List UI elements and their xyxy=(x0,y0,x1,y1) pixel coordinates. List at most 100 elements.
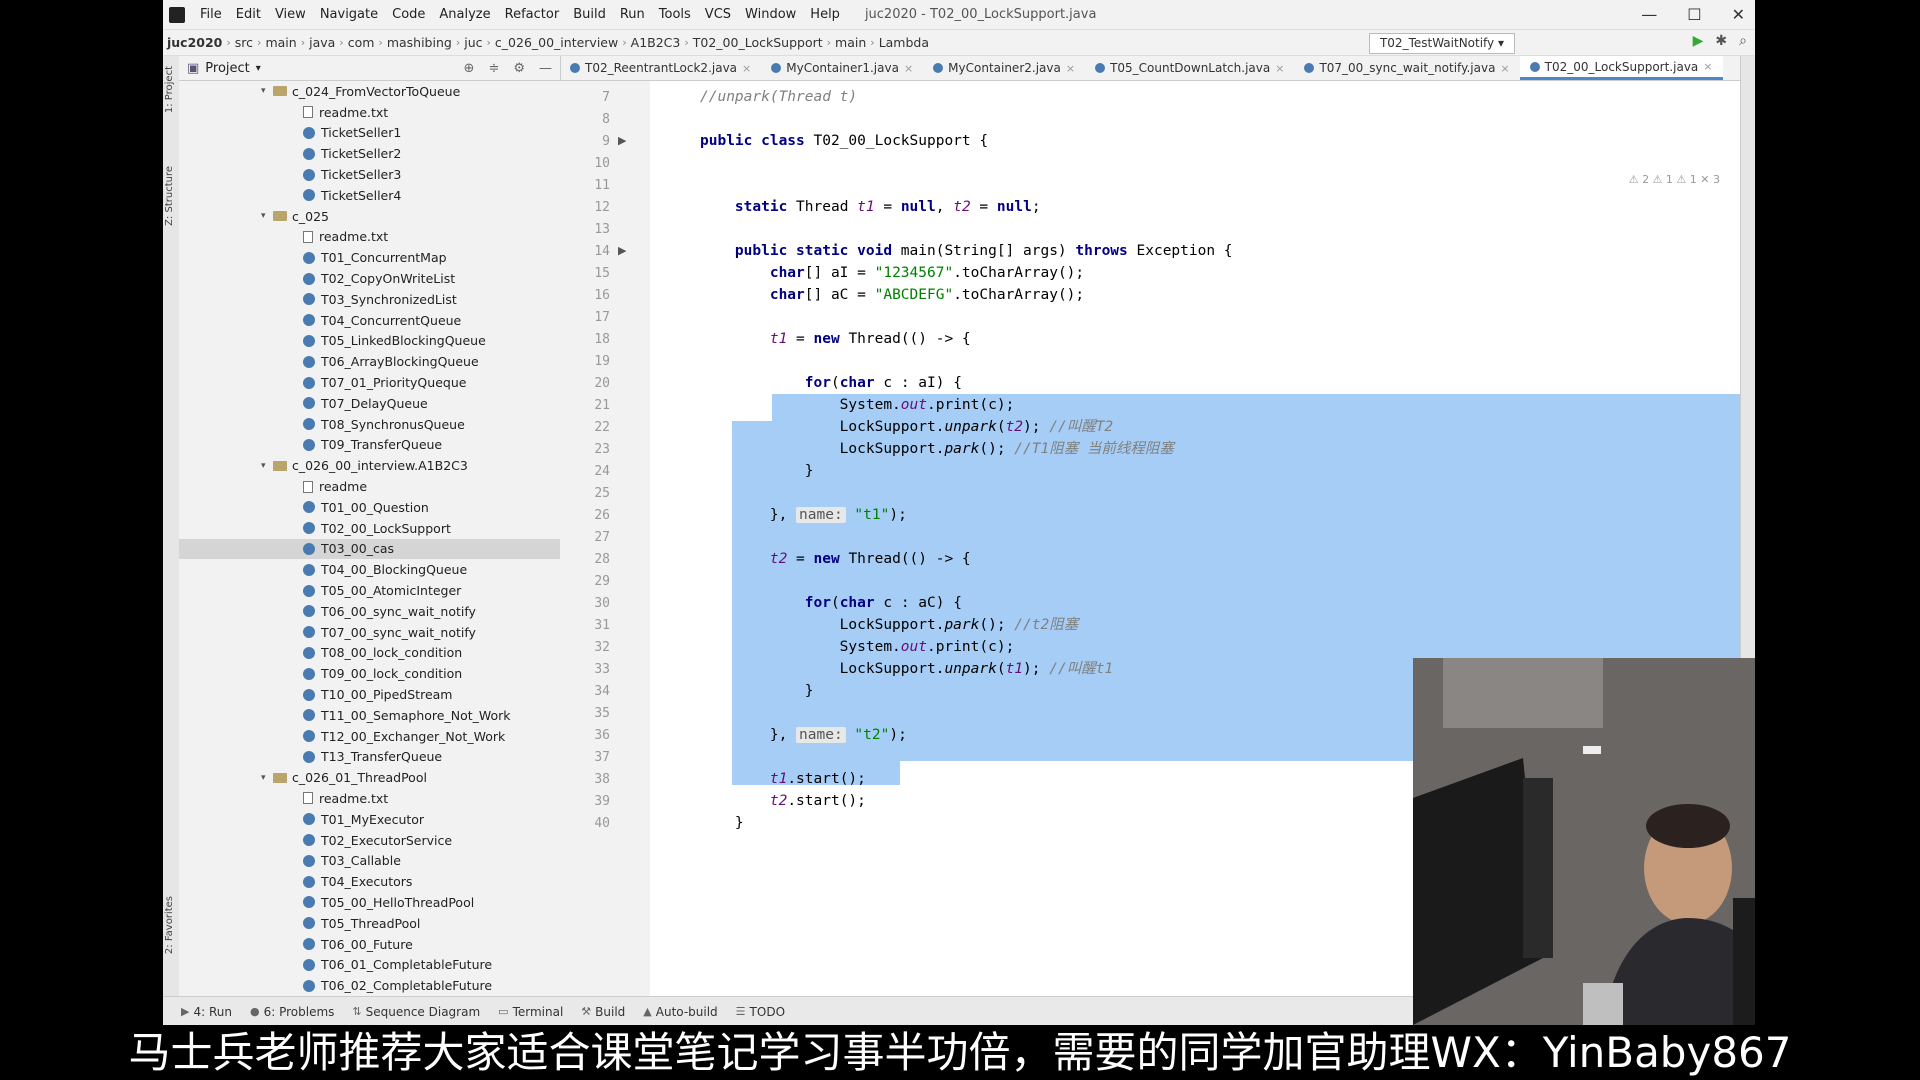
bottom-tool-button[interactable]: ☰ TODO xyxy=(736,1005,785,1019)
menu-window[interactable]: Window xyxy=(738,7,803,22)
gear-icon[interactable]: ⚙ xyxy=(513,61,525,76)
crumb-com[interactable]: com xyxy=(344,35,379,50)
crumb-mashibing[interactable]: mashibing xyxy=(383,35,456,50)
close-icon[interactable]: × xyxy=(742,62,751,75)
tree-folder[interactable]: ▾ c_026_00_interview.A1B2C3 xyxy=(179,455,560,476)
crumb-subpackage[interactable]: A1B2C3 xyxy=(627,35,685,50)
minimize-button[interactable]: — xyxy=(1641,5,1657,24)
tree-file[interactable]: T04_Executors xyxy=(179,871,560,892)
tree-file[interactable]: T02_ExecutorService xyxy=(179,830,560,851)
tree-folder[interactable]: ▾ c_024_FromVectorToQueue xyxy=(179,81,560,102)
run-config-dropdown[interactable]: T02_TestWaitNotify ▾ xyxy=(1368,33,1515,54)
tree-file[interactable]: T05_00_AtomicInteger xyxy=(179,580,560,601)
menu-tools[interactable]: Tools xyxy=(652,7,698,22)
menu-help[interactable]: Help xyxy=(803,7,847,22)
menu-refactor[interactable]: Refactor xyxy=(498,7,567,22)
tree-file[interactable]: T05_LinkedBlockingQueue xyxy=(179,331,560,352)
menu-code[interactable]: Code xyxy=(385,7,432,22)
menu-vcs[interactable]: VCS xyxy=(698,7,738,22)
run-gutter-icon[interactable]: ▶ xyxy=(618,244,626,257)
crumb-juc[interactable]: juc xyxy=(460,35,486,50)
menu-run[interactable]: Run xyxy=(613,7,652,22)
close-icon[interactable]: × xyxy=(904,62,913,75)
tree-folder[interactable]: ▾ c_026_01_ThreadPool xyxy=(179,767,560,788)
tree-file[interactable]: T08_SynchronusQueue xyxy=(179,414,560,435)
tree-file[interactable]: T06_00_Future xyxy=(179,934,560,955)
chevron-down-icon[interactable]: ▾ xyxy=(261,773,273,783)
tree-file[interactable]: T05_ThreadPool xyxy=(179,913,560,934)
tree-file[interactable]: readme.txt xyxy=(179,227,560,248)
tree-file[interactable]: TicketSeller2 xyxy=(179,143,560,164)
crumb-lambda[interactable]: Lambda xyxy=(875,35,933,50)
bottom-tool-button[interactable]: ▲ Auto-build xyxy=(643,1005,717,1019)
editor-tab[interactable]: MyContainer1.java × xyxy=(761,56,923,80)
crumb-method[interactable]: main xyxy=(831,35,870,50)
close-icon[interactable]: × xyxy=(1500,62,1509,75)
tree-file[interactable]: T13_TransferQueue xyxy=(179,747,560,768)
tree-file[interactable]: readme xyxy=(179,476,560,497)
editor-tab[interactable]: T05_CountDownLatch.java × xyxy=(1085,56,1294,80)
tree-file[interactable]: T02_00_LockSupport xyxy=(179,518,560,539)
close-icon[interactable]: × xyxy=(1275,62,1284,75)
bottom-tool-button[interactable]: ● 6: Problems xyxy=(250,1005,334,1019)
tree-file[interactable]: T02_CopyOnWriteList xyxy=(179,268,560,289)
chevron-down-icon[interactable]: ▾ xyxy=(261,86,273,96)
tree-file[interactable]: readme.txt xyxy=(179,102,560,123)
crumb-java[interactable]: java xyxy=(305,35,339,50)
bottom-tool-button[interactable]: ⚒ Build xyxy=(581,1005,625,1019)
locate-icon[interactable]: ⊕ xyxy=(464,61,475,76)
tree-file[interactable]: T12_00_Exchanger_Not_Work xyxy=(179,726,560,747)
editor-tab[interactable]: T02_ReentrantLock2.java × xyxy=(560,56,761,80)
tree-file[interactable]: T03_00_cas xyxy=(179,538,560,560)
crumb-src[interactable]: src xyxy=(231,35,257,50)
menu-navigate[interactable]: Navigate xyxy=(313,7,385,22)
tree-file[interactable]: T06_02_CompletableFuture xyxy=(179,975,560,994)
structure-tool-tab[interactable]: Z: Structure xyxy=(164,166,175,226)
menu-view[interactable]: View xyxy=(268,7,313,22)
maximize-button[interactable]: ☐ xyxy=(1687,5,1701,24)
favorites-tool-tab[interactable]: 2: Favorites xyxy=(164,896,175,954)
tree-file[interactable]: T06_00_sync_wait_notify xyxy=(179,601,560,622)
menu-analyze[interactable]: Analyze xyxy=(432,7,497,22)
menu-build[interactable]: Build xyxy=(566,7,613,22)
tree-file[interactable]: T06_01_CompletableFuture xyxy=(179,954,560,975)
project-tool-tab[interactable]: 1: Project xyxy=(164,66,175,113)
crumb-main[interactable]: main xyxy=(261,35,300,50)
tree-file[interactable]: TicketSeller1 xyxy=(179,123,560,144)
crumb-class[interactable]: T02_00_LockSupport xyxy=(689,35,827,50)
chevron-down-icon[interactable]: ▾ xyxy=(261,211,273,221)
collapse-all-icon[interactable]: ≑ xyxy=(488,61,499,76)
bottom-tool-button[interactable]: ▭ Terminal xyxy=(498,1005,563,1019)
tree-file[interactable]: T06_ArrayBlockingQueue xyxy=(179,351,560,372)
editor-tab[interactable]: T07_00_sync_wait_notify.java × xyxy=(1294,56,1519,80)
menu-file[interactable]: File xyxy=(193,7,229,22)
editor-tab[interactable]: T02_00_LockSupport.java × xyxy=(1519,56,1723,80)
hide-icon[interactable]: — xyxy=(539,61,552,76)
tree-file[interactable]: T04_00_BlockingQueue xyxy=(179,559,560,580)
tree-file[interactable]: TicketSeller4 xyxy=(179,185,560,206)
tree-file[interactable]: T09_00_lock_condition xyxy=(179,663,560,684)
tree-file[interactable]: T10_00_PipedStream xyxy=(179,684,560,705)
tree-file[interactable]: T01_MyExecutor xyxy=(179,809,560,830)
debug-icon[interactable]: ✱ xyxy=(1715,33,1727,49)
tree-folder[interactable]: ▾ c_025 xyxy=(179,206,560,227)
tree-file[interactable]: T01_ConcurrentMap xyxy=(179,247,560,268)
tree-file[interactable]: T03_Callable xyxy=(179,850,560,871)
bottom-tool-button[interactable]: ▶ 4: Run xyxy=(181,1005,232,1019)
tree-file[interactable]: T07_01_PriorityQueque xyxy=(179,372,560,393)
tree-file[interactable]: T09_TransferQueue xyxy=(179,435,560,456)
run-icon[interactable]: ▶ xyxy=(1693,33,1704,49)
tree-file[interactable]: T04_ConcurrentQueue xyxy=(179,310,560,331)
close-icon[interactable]: × xyxy=(1703,60,1712,73)
editor-tab[interactable]: MyContainer2.java × xyxy=(923,56,1085,80)
close-icon[interactable]: × xyxy=(1066,62,1075,75)
chevron-down-icon[interactable]: ▾ xyxy=(256,63,261,74)
tree-file[interactable]: T11_00_Semaphore_Not_Work xyxy=(179,705,560,726)
tree-file[interactable]: readme.txt xyxy=(179,788,560,809)
crumb-package[interactable]: c_026_00_interview xyxy=(491,35,622,50)
search-icon[interactable]: ⌕ xyxy=(1739,33,1747,49)
project-panel-title[interactable]: Project xyxy=(205,61,249,76)
run-gutter-icon[interactable]: ▶ xyxy=(618,134,626,147)
tree-file[interactable]: T08_00_lock_condition xyxy=(179,643,560,664)
close-button[interactable]: ✕ xyxy=(1732,5,1745,24)
